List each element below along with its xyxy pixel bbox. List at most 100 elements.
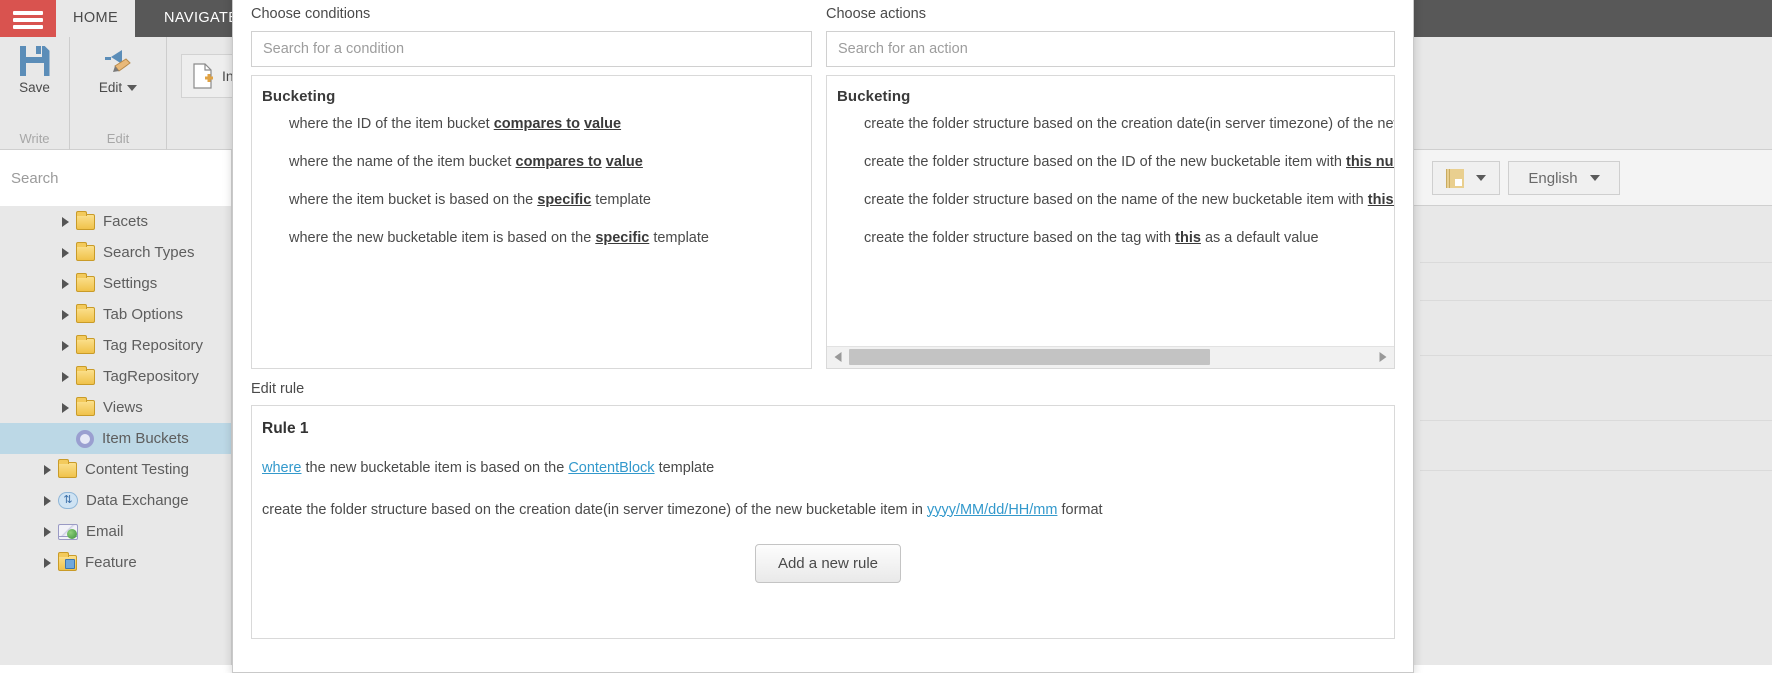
action-item[interactable]: create the folder structure based on the… (827, 181, 1394, 219)
condition-item-text: template (591, 192, 651, 208)
new-document-icon (192, 63, 214, 89)
tree-item-content-testing[interactable]: Content Testing (0, 454, 231, 485)
expand-arrow-icon[interactable] (44, 465, 51, 475)
background-divider (1420, 420, 1772, 421)
condition-item[interactable]: where the ID of the item bucket compares… (252, 105, 811, 143)
tree-item-data-exchange[interactable]: Data Exchange (0, 485, 231, 516)
tree-item-tab-options[interactable]: Tab Options (0, 299, 231, 330)
email-icon (58, 524, 78, 540)
tree-item-views[interactable]: Views (0, 392, 231, 423)
tree-item-search-types[interactable]: Search Types (0, 237, 231, 268)
language-dropdown[interactable]: English (1508, 161, 1620, 195)
condition-search-input[interactable] (251, 31, 812, 67)
language-dropdown-label: English (1528, 170, 1577, 187)
scroll-right-arrow-icon[interactable] (1372, 346, 1394, 368)
condition-item[interactable]: where the item bucket is based on the sp… (252, 181, 811, 219)
folder-icon (76, 400, 95, 416)
condition-item-parameter[interactable]: value (606, 154, 643, 170)
save-icon (20, 46, 50, 76)
background-divider (1420, 262, 1772, 263)
actions-horizontal-scrollbar[interactable] (827, 346, 1394, 368)
condition-item-parameter[interactable]: compares to (516, 154, 602, 170)
hamburger-icon[interactable] (0, 0, 56, 37)
scrollbar-thumb[interactable] (849, 349, 1210, 365)
rule-action-text-1: create the folder structure based on the… (262, 502, 927, 518)
conditions-list[interactable]: Bucketing where the ID of the item bucke… (251, 75, 812, 369)
save-button[interactable]: Save (9, 37, 60, 95)
scroll-left-arrow-icon[interactable] (827, 346, 849, 368)
expand-arrow-icon[interactable] (62, 310, 69, 320)
condition-item-parameter[interactable]: specific (537, 192, 591, 208)
scrollbar-track[interactable] (849, 346, 1372, 368)
tree-item-label: Email (86, 523, 124, 540)
rule-condition-line: where the new bucketable item is based o… (262, 460, 1394, 476)
action-item-text: create the folder structure based on the… (864, 192, 1368, 208)
tree-item-facets[interactable]: Facets (0, 206, 231, 237)
conditions-panel: Choose conditions Bucketing where the ID… (251, 7, 812, 369)
tree-item-tagrepository[interactable]: TagRepository (0, 361, 231, 392)
action-item[interactable]: create the folder structure based on the… (827, 105, 1394, 143)
expand-arrow-icon[interactable] (62, 341, 69, 351)
chevron-down-icon[interactable] (127, 85, 137, 91)
folder-icon (76, 369, 95, 385)
folder-icon (76, 214, 95, 230)
expand-arrow-icon[interactable] (44, 558, 51, 568)
tab-home[interactable]: HOME (56, 0, 135, 37)
version-dropdown[interactable] (1432, 161, 1500, 195)
actions-group-title: Bucketing (827, 76, 1394, 105)
expand-arrow-icon[interactable] (44, 527, 51, 537)
expand-arrow-icon[interactable] (62, 248, 69, 258)
notebook-icon (1446, 169, 1464, 188)
condition-item-parameter[interactable]: specific (595, 230, 649, 246)
action-item-parameter[interactable]: this number (1368, 192, 1395, 208)
add-new-rule-button[interactable]: Add a new rule (755, 544, 901, 583)
action-item[interactable]: create the folder structure based on the… (827, 219, 1394, 257)
action-search-input[interactable] (826, 31, 1395, 67)
tree-item-email[interactable]: Email (0, 516, 231, 547)
actions-list[interactable]: Bucketing create the folder structure ba… (826, 75, 1395, 369)
expand-arrow-icon[interactable] (62, 279, 69, 289)
tree-item-settings[interactable]: Settings (0, 268, 231, 299)
expand-arrow-icon[interactable] (62, 217, 69, 227)
rule-where-link[interactable]: where (262, 460, 302, 476)
condition-item-text: template (649, 230, 709, 246)
tree-spacer (62, 434, 69, 444)
tree-item-tag-repository[interactable]: Tag Repository (0, 330, 231, 361)
action-item-text: create the folder structure based on the… (864, 154, 1346, 170)
rule-set-editor-dialog: Choose conditions Bucketing where the ID… (232, 0, 1414, 673)
expand-arrow-icon[interactable] (44, 496, 51, 506)
folder-icon (76, 276, 95, 292)
ribbon-group-label-write: Write (0, 131, 69, 146)
edit-button[interactable]: Edit (89, 37, 147, 95)
action-item-parameter[interactable]: this number (1346, 154, 1395, 170)
content-tree[interactable]: FacetsSearch TypesSettingsTab OptionsTag… (0, 206, 232, 665)
tree-item-label: TagRepository (103, 368, 199, 385)
action-item[interactable]: create the folder structure based on the… (827, 143, 1394, 181)
condition-item-parameter[interactable]: compares to (494, 116, 580, 132)
tree-item-label: Content Testing (85, 461, 189, 478)
tree-item-item-buckets[interactable]: Item Buckets (0, 423, 231, 454)
edit-rule-box: Rule 1 where the new bucketable item is … (251, 405, 1395, 639)
condition-item-text: where the name of the item bucket (289, 154, 516, 170)
ribbon-group-write: Save Write (0, 37, 70, 150)
expand-arrow-icon[interactable] (62, 372, 69, 382)
tree-item-feature[interactable]: Feature (0, 547, 231, 578)
ribbon-group-edit: Edit Edit (70, 37, 167, 150)
tree-item-label: Data Exchange (86, 492, 189, 509)
rule-action-line: create the folder structure based on the… (262, 502, 1394, 518)
search-input[interactable]: Search (0, 150, 232, 206)
background-divider (1420, 355, 1772, 356)
condition-item[interactable]: where the new bucketable item is based o… (252, 219, 811, 257)
rule-condition-text-2: template (655, 460, 715, 476)
condition-item-parameter[interactable]: value (584, 116, 621, 132)
condition-item[interactable]: where the name of the item bucket compar… (252, 143, 811, 181)
action-item-text: create the folder structure based on the… (864, 116, 1395, 132)
rule-template-link[interactable]: ContentBlock (568, 460, 654, 476)
rule-format-link[interactable]: yyyy/MM/dd/HH/mm (927, 502, 1058, 518)
conditions-group-title: Bucketing (252, 76, 811, 105)
action-item-parameter[interactable]: this (1175, 230, 1201, 246)
edit-rule-label: Edit rule (251, 381, 1395, 397)
expand-arrow-icon[interactable] (62, 403, 69, 413)
actions-label: Choose actions (826, 7, 1395, 22)
condition-item-text: where the item bucket is based on the (289, 192, 537, 208)
